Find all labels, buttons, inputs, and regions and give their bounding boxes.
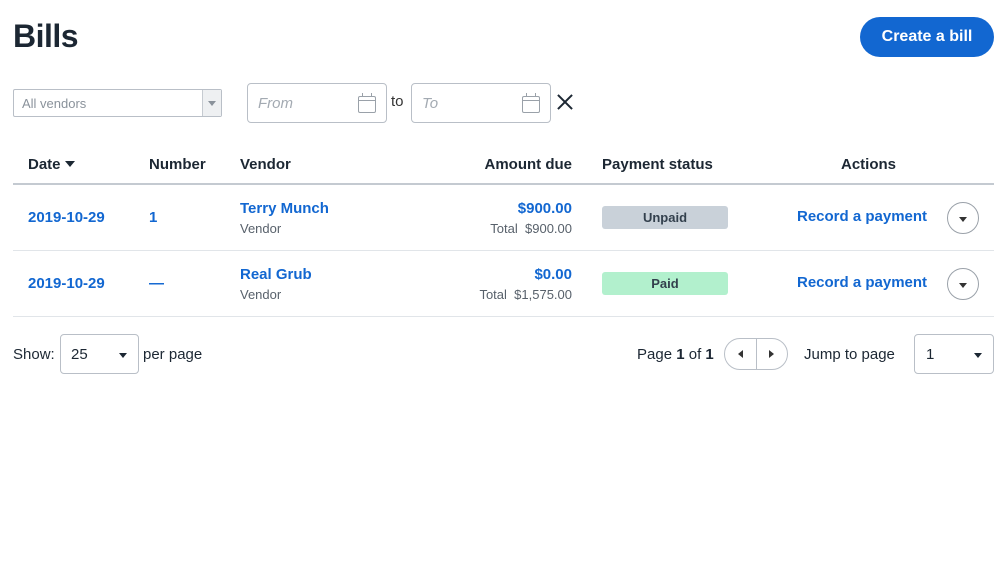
status-badge: Unpaid	[602, 206, 728, 229]
calendar-icon[interactable]	[358, 93, 376, 113]
current-page: 1	[676, 346, 685, 363]
from-date-input[interactable]	[258, 94, 348, 112]
page-indicator: Page 1 of 1	[637, 346, 714, 363]
amount-total: Total $1,575.00	[479, 287, 572, 302]
prev-page-button[interactable]	[725, 339, 756, 369]
bills-table: Date Number Vendor Amount due Payment st…	[13, 144, 994, 317]
vendor-filter-value: All vendors	[22, 95, 87, 111]
amount-due: $0.00	[534, 266, 572, 283]
bill-number-link[interactable]: 1	[149, 209, 157, 226]
bill-date-link[interactable]: 2019-10-29	[28, 275, 105, 292]
per-page-label: per page	[143, 346, 203, 363]
vendor-name-link[interactable]: Terry Munch	[240, 200, 329, 217]
vendor-type: Vendor	[240, 287, 282, 302]
chevron-right-icon	[769, 350, 775, 358]
total-pages: 1	[705, 346, 714, 363]
jump-to-page-value: 1	[926, 345, 935, 363]
next-page-button[interactable]	[755, 339, 788, 369]
chevron-down-icon	[119, 353, 127, 358]
total-value: $1,575.00	[514, 287, 572, 302]
chevron-down-icon	[974, 353, 982, 358]
jump-to-page-select[interactable]: 1	[914, 334, 994, 374]
table-row: 2019-10-29 1 Terry Munch Vendor $900.00 …	[13, 185, 994, 251]
column-date-label: Date	[28, 156, 61, 173]
row-menu-button[interactable]	[947, 268, 979, 300]
column-vendor: Vendor	[240, 156, 291, 173]
per-page-value: 25	[71, 345, 88, 363]
total-label: Total	[479, 287, 507, 302]
row-menu-button[interactable]	[947, 202, 979, 234]
amount-cell: $0.00 Total $1,575.00	[479, 266, 572, 302]
sort-desc-icon	[64, 161, 75, 167]
status-badge: Paid	[602, 272, 728, 295]
create-bill-button[interactable]: Create a bill	[860, 17, 994, 57]
total-label: Total	[490, 221, 518, 236]
of-word: of	[688, 346, 702, 363]
page-title: Bills	[13, 18, 79, 54]
bill-date-link[interactable]: 2019-10-29	[28, 209, 105, 226]
bill-number-link[interactable]: —	[149, 275, 164, 292]
column-number: Number	[149, 156, 206, 173]
record-payment-link[interactable]: Record a payment	[797, 208, 927, 225]
close-icon[interactable]	[556, 93, 574, 111]
vendor-filter-toggle[interactable]	[202, 90, 221, 116]
per-page-select[interactable]: 25	[60, 334, 139, 374]
to-date-field[interactable]	[411, 83, 551, 123]
amount-total: Total $900.00	[490, 221, 572, 236]
calendar-icon[interactable]	[522, 93, 540, 113]
table-row: 2019-10-29 — Real Grub Vendor $0.00 Tota…	[13, 251, 994, 317]
chevron-down-icon	[959, 216, 967, 222]
vendor-cell: Real Grub Vendor	[240, 266, 312, 302]
vendor-name-link[interactable]: Real Grub	[240, 266, 312, 283]
amount-due: $900.00	[517, 200, 572, 217]
table-header: Date Number Vendor Amount due Payment st…	[13, 144, 994, 185]
amount-cell: $900.00 Total $900.00	[490, 200, 572, 236]
show-label: Show:	[13, 346, 55, 363]
vendor-filter-select[interactable]: All vendors	[13, 89, 222, 117]
to-date-input[interactable]	[422, 94, 512, 112]
page-word: Page	[637, 346, 673, 363]
total-value: $900.00	[525, 221, 572, 236]
from-date-field[interactable]	[247, 83, 387, 123]
date-range-to-label: to	[391, 93, 404, 110]
chevron-down-icon	[208, 100, 216, 106]
record-payment-link[interactable]: Record a payment	[797, 274, 927, 291]
column-amount-due: Amount due	[484, 156, 573, 173]
column-actions: Actions	[841, 156, 897, 173]
column-payment-status: Payment status	[602, 156, 713, 173]
chevron-left-icon	[737, 350, 743, 358]
column-date[interactable]: Date	[28, 156, 75, 173]
jump-to-page-label: Jump to page	[804, 346, 895, 363]
pager-buttons	[724, 338, 788, 370]
chevron-down-icon	[959, 282, 967, 288]
vendor-cell: Terry Munch Vendor	[240, 200, 329, 236]
vendor-type: Vendor	[240, 221, 282, 236]
